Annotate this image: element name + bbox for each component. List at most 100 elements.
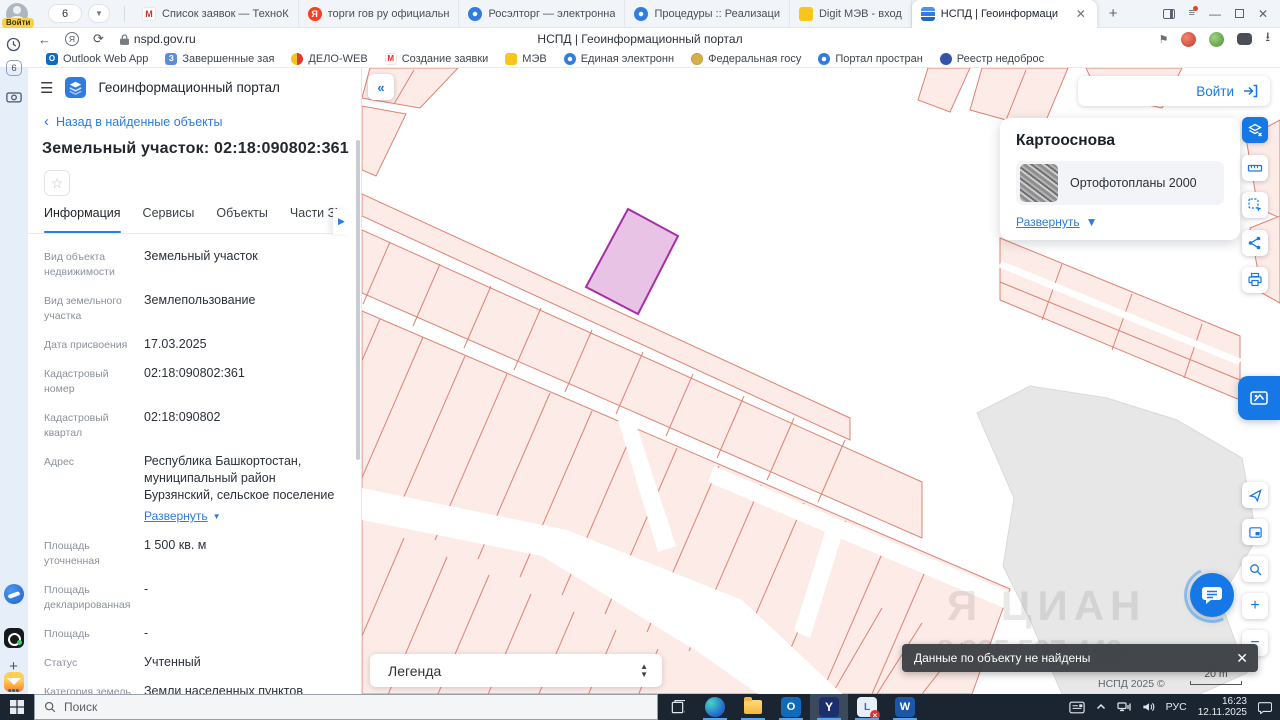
basemap-expand-link[interactable]: Развернуть ▼ xyxy=(1016,215,1224,229)
taskbar-app-word[interactable]: W xyxy=(886,694,924,720)
layers-button[interactable] xyxy=(1242,117,1268,143)
bookmark-label: ДЕЛО-WEB xyxy=(308,52,368,65)
menu-icon[interactable]: ☰ xyxy=(40,79,53,97)
taskbar-app-explorer[interactable] xyxy=(734,694,772,720)
selected-parcel[interactable] xyxy=(584,207,680,316)
field-label: Статус xyxy=(44,657,78,669)
panel-scrollbar[interactable] xyxy=(356,140,360,460)
back-icon[interactable]: ← xyxy=(30,32,59,47)
reload-icon[interactable]: ⟳ xyxy=(85,31,112,47)
cadastral-map[interactable]: Я ЦИАН 8 925 507 449 « Войти Картооснова… xyxy=(362,68,1280,694)
screenshot-icon[interactable] xyxy=(3,86,24,107)
ruler-button[interactable] xyxy=(1242,155,1268,181)
browser-tab[interactable]: Digit МЭВ - вход xyxy=(790,0,912,28)
tab-list-chevron-icon[interactable]: ▼ xyxy=(88,4,110,23)
bookmark-item[interactable]: Федеральная госу xyxy=(691,52,801,65)
collapse-panel-button[interactable]: « xyxy=(368,74,394,100)
legend-bar[interactable]: Легенда ▲ ▼ xyxy=(370,654,662,687)
browser-tab[interactable]: Яторги гов ру официальн xyxy=(299,0,460,28)
bookmark-item[interactable]: O Outlook Web App xyxy=(46,52,148,65)
back-link[interactable]: ‹ Назад в найденные объекты xyxy=(44,114,222,129)
panel-tab-объекты[interactable]: Объекты xyxy=(216,206,268,233)
tab-count-pill[interactable]: 6 xyxy=(48,4,82,23)
tab-close-icon[interactable]: ✕ xyxy=(1074,7,1088,21)
locate-button[interactable] xyxy=(1242,482,1268,508)
basemap-layer-row[interactable]: Ортофотопланы 2000 xyxy=(1016,161,1224,205)
watermark-text: Я ЦИАН xyxy=(947,582,1146,629)
minimize-button[interactable]: — xyxy=(1209,8,1221,20)
field-label: Категория земель xyxy=(44,686,131,694)
bookmark-flag-icon[interactable]: ⚑ xyxy=(1159,33,1169,46)
bookmark-item[interactable]: Реестр недоброс xyxy=(939,52,1044,65)
toast-close-icon[interactable]: ✕ xyxy=(1236,650,1248,667)
scale-line xyxy=(1190,681,1242,685)
news-widget-icon[interactable] xyxy=(1068,701,1085,714)
hidden-icons-chevron-icon[interactable] xyxy=(1096,703,1106,711)
minimap-button[interactable] xyxy=(1242,519,1268,545)
zoom-in-button[interactable]: + xyxy=(1242,593,1268,619)
favorite-star-button[interactable]: ☆ xyxy=(44,170,70,196)
plant-avatar-icon[interactable] xyxy=(1181,31,1197,47)
downloads-icon[interactable]: ⭳ xyxy=(1265,28,1270,50)
language-indicator[interactable]: РУС xyxy=(1166,701,1187,713)
share-button[interactable] xyxy=(1242,230,1268,256)
start-button[interactable] xyxy=(0,694,34,720)
action-center-icon[interactable] xyxy=(1258,701,1272,714)
url-field[interactable]: nspd.gov.ru xyxy=(119,32,196,46)
window-controls: ≡ — ✕ xyxy=(1162,6,1280,20)
field-row: Площадь декларированная - xyxy=(44,581,344,613)
plant-avatar-icon[interactable] xyxy=(1209,31,1225,47)
browser-profile[interactable]: Войти 6 ▼ xyxy=(0,2,116,28)
bookmark-item[interactable]: МЭВ xyxy=(505,52,547,65)
map-login-bar[interactable]: Войти xyxy=(1078,76,1270,106)
restore-button[interactable] xyxy=(1234,9,1244,18)
layer-name: Ортофотопланы 2000 xyxy=(1070,176,1197,190)
taskbar-app-docs[interactable]: L xyxy=(848,694,886,720)
taskbar-search-input[interactable]: Поиск xyxy=(34,694,658,720)
panel-tab-информация[interactable]: Информация xyxy=(44,206,121,233)
search-area-button[interactable] xyxy=(1242,556,1268,582)
measure-area-button[interactable] xyxy=(1242,192,1268,218)
bookmark-item[interactable]: ДЕЛО-WEB xyxy=(291,52,368,65)
profile-login-badge[interactable]: Войти xyxy=(2,17,35,28)
widget-icon[interactable] xyxy=(1237,33,1253,45)
address-bar: ← Я ⟳ nspd.gov.ru НСПД | Геоинформационн… xyxy=(0,28,1280,50)
history-icon[interactable] xyxy=(3,34,24,55)
new-tab-button[interactable]: + xyxy=(1097,5,1130,22)
feedback-widget-button[interactable] xyxy=(1238,376,1280,420)
yandex-disk-icon[interactable] xyxy=(4,584,24,604)
chat-button[interactable] xyxy=(1190,573,1234,617)
browser-tab[interactable]: M Список заявок — ТехноК xyxy=(133,0,299,28)
browser-tab[interactable]: Росэлторг — электронна xyxy=(459,0,626,28)
bookmark-item[interactable]: Портал простран xyxy=(818,52,923,65)
tabs-overflow-button[interactable]: ▶ xyxy=(333,209,350,234)
panel-tab-сервисы[interactable]: Сервисы xyxy=(143,206,195,233)
bookmark-item[interactable]: З Завершенные зая xyxy=(165,52,274,65)
taskbar-app-outlook[interactable]: O xyxy=(772,694,810,720)
camera-app-icon[interactable] xyxy=(4,628,24,648)
volume-icon[interactable] xyxy=(1142,701,1155,713)
layer-thumbnail xyxy=(1020,164,1058,202)
object-info-panel: ☰ Геоинформационный портал ‹ Назад в най… xyxy=(28,68,362,694)
print-button[interactable] xyxy=(1242,267,1268,293)
field-row: Категория земель Земли населенных пунктов xyxy=(44,683,344,694)
field-label: Кадастровый квартал xyxy=(44,412,109,439)
taskbar-app-edge[interactable] xyxy=(696,694,734,720)
add-app-icon[interactable]: + xyxy=(3,656,24,677)
extensions-icon[interactable]: ≡ xyxy=(1189,6,1199,19)
task-view-button[interactable] xyxy=(658,694,696,720)
tab-counter-icon[interactable]: 6 xyxy=(6,60,22,76)
bookmark-item[interactable]: M Создание заявки xyxy=(384,52,488,65)
network-icon[interactable] xyxy=(1117,701,1131,713)
nspd-logo-icon xyxy=(65,77,87,98)
browser-tab[interactable]: НСПД | Геоинформаци ✕ xyxy=(911,0,1097,28)
address-expand-link[interactable]: Развернуть ▼ xyxy=(144,508,344,525)
yandex-services-icon[interactable]: Я xyxy=(65,32,79,46)
clock[interactable]: 16:23 12.11.2025 xyxy=(1198,696,1247,718)
login-icon xyxy=(1244,84,1258,98)
bookmark-item[interactable]: Единая электронн xyxy=(563,52,674,65)
close-button[interactable]: ✕ xyxy=(1258,8,1268,20)
browser-tab[interactable]: Процедуры :: Реализаци xyxy=(625,0,790,28)
side-panel-icon[interactable] xyxy=(1162,8,1175,19)
taskbar-app-yandex-browser[interactable]: Y xyxy=(810,694,848,720)
